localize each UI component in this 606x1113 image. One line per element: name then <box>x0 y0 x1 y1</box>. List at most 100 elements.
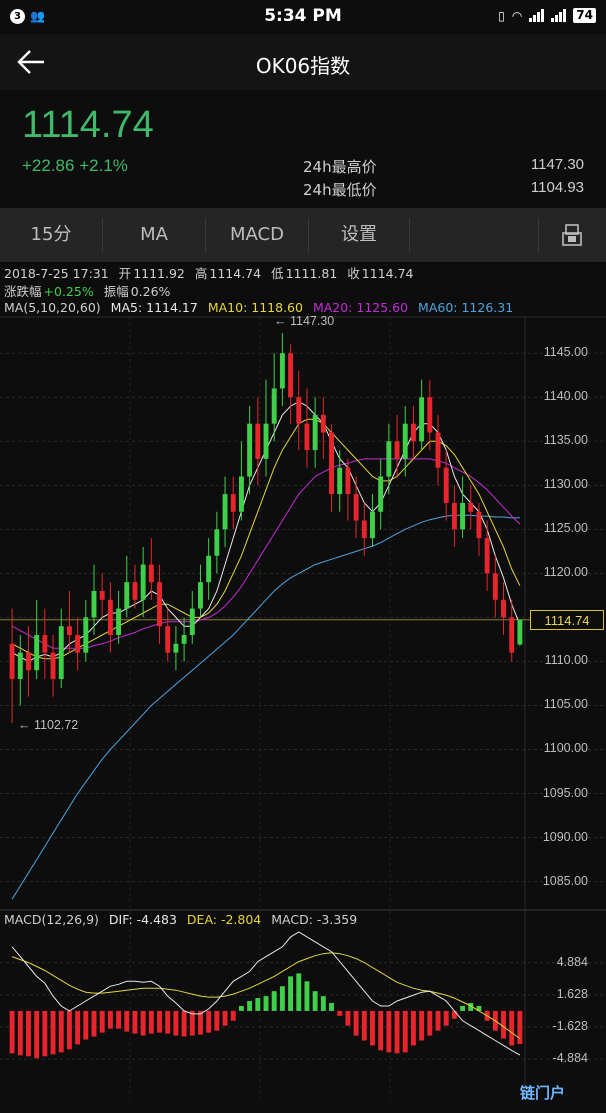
macd-legend: MACD(12,26,9) DIF: -4.483 DEA: -2.804 MA… <box>4 912 363 927</box>
macd-bar <box>107 1010 113 1029</box>
candle-body <box>124 582 130 609</box>
macd-bar <box>173 1010 179 1036</box>
price-tick-label: 1135.00 <box>543 433 588 448</box>
macd-bar <box>26 1010 31 1057</box>
price-tick-label: 1140.00 <box>543 389 588 404</box>
macd-bar <box>509 1010 515 1046</box>
candle-body <box>34 635 40 671</box>
dea-legend: DEA: -2.804 <box>186 912 262 927</box>
candle-body <box>304 423 310 451</box>
max-price-annotation: ← 1147.30 <box>274 314 335 328</box>
macd-bar <box>443 1010 449 1026</box>
macd-bar <box>312 991 318 1011</box>
candle-body <box>329 432 334 495</box>
macd-bar <box>91 1010 97 1037</box>
macd-bar <box>198 1010 203 1035</box>
macd-bar <box>378 1010 384 1051</box>
candle-body <box>247 423 253 477</box>
macd-bar <box>165 1010 171 1034</box>
macd-bar <box>17 1010 23 1056</box>
candle-body <box>345 467 351 495</box>
macd-bar <box>361 1010 367 1041</box>
candle-body <box>214 529 220 556</box>
candle-body <box>435 432 441 468</box>
candle-body <box>419 397 425 442</box>
macd-bar <box>402 1010 408 1053</box>
macd-bar <box>353 1010 359 1036</box>
macd-bar <box>460 1005 466 1011</box>
macd-bar <box>124 1010 130 1032</box>
candle-body <box>132 582 138 600</box>
price-tick-label: 1110.00 <box>544 653 588 668</box>
candle-body <box>91 590 97 618</box>
candle-body <box>279 353 285 389</box>
candle-body <box>198 582 203 609</box>
candle-body <box>99 590 105 600</box>
price-tick-label: 1095.00 <box>542 785 588 800</box>
candle-body <box>492 573 498 600</box>
candle-body <box>312 414 318 451</box>
macd-bar <box>451 1010 457 1019</box>
macd-bar <box>255 998 261 1011</box>
candle-body <box>288 353 294 398</box>
macd-bar <box>50 1010 56 1055</box>
candle-body <box>157 582 162 627</box>
candle-body <box>230 494 236 512</box>
macd-bar <box>58 1010 64 1053</box>
macd-bar <box>288 976 294 1011</box>
candle-body <box>320 414 326 433</box>
macd-bar <box>132 1010 138 1034</box>
candle-body <box>427 397 433 433</box>
macd-bar <box>427 1010 433 1036</box>
macd-bar <box>157 1010 162 1033</box>
macd-bar <box>222 1010 228 1026</box>
candle-body <box>370 511 375 539</box>
watermark-logo: 链门户 <box>520 1084 566 1102</box>
macd-bar <box>83 1010 89 1040</box>
macd-bar <box>238 1005 244 1011</box>
candle-body <box>140 564 146 600</box>
candle-body <box>75 635 81 653</box>
price-tick-label: 1100.00 <box>543 741 588 756</box>
candle-body <box>353 494 359 521</box>
macd-tick-label: -1.628 <box>552 1018 588 1033</box>
dif-legend: DIF: -4.483 <box>108 912 177 927</box>
macd-bar <box>230 1010 236 1021</box>
candle-body <box>501 599 506 618</box>
macd-tick-label: 4.884 <box>556 954 588 969</box>
macd-bar <box>75 1010 81 1045</box>
candle-body <box>148 564 154 583</box>
macd-tick-label: -4.884 <box>552 1051 588 1066</box>
candle-body <box>451 502 457 530</box>
price-tick-label: 1145.00 <box>543 345 588 360</box>
min-price-annotation: ← 1102.72 <box>18 718 79 732</box>
candle-body <box>165 626 171 653</box>
macd-bar <box>435 1010 441 1031</box>
candle-body <box>517 619 523 645</box>
macd-legend-title: MACD(12,26,9) <box>4 912 99 927</box>
candle-body <box>181 635 187 644</box>
macd-bar <box>66 1010 72 1050</box>
candle-body <box>263 423 269 459</box>
candle-body <box>443 467 449 503</box>
macd-bar <box>279 986 285 1011</box>
candle-body <box>476 511 482 539</box>
macd-bar <box>247 1001 253 1011</box>
macd-bar <box>263 996 269 1011</box>
macd-bar <box>304 981 310 1011</box>
macd-bar <box>345 1010 351 1026</box>
kline-chart[interactable] <box>0 0 606 1113</box>
candle-body <box>402 423 408 459</box>
candle-body <box>206 555 212 583</box>
candle-body <box>460 502 466 530</box>
candle-body <box>296 397 302 424</box>
candle-body <box>271 388 277 424</box>
candle-body <box>26 652 31 671</box>
macd-bar <box>320 996 326 1011</box>
candle-body <box>222 494 228 530</box>
candle-body <box>255 423 261 459</box>
macd-bar <box>9 1010 15 1054</box>
macd-tick-label: 1.628 <box>556 986 588 1001</box>
candle-body <box>189 608 195 636</box>
candle-body <box>17 652 23 680</box>
